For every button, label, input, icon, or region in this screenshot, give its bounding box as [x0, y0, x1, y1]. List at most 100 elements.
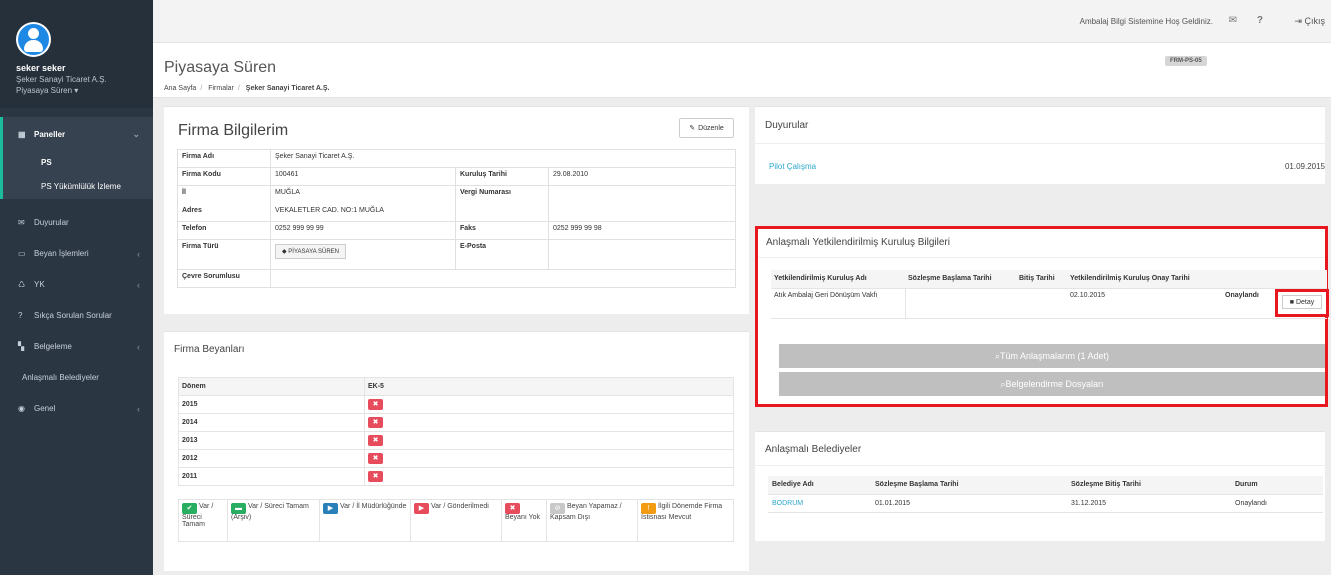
value-firma-kodu: 100461: [270, 167, 456, 186]
globe-icon: ◉: [18, 404, 25, 413]
label-firma-adi: Firma Adı: [177, 149, 271, 168]
breadcrumb-firmalar[interactable]: Firmalar: [208, 85, 234, 92]
col-belediye-adi: Belediye Adı: [768, 476, 871, 495]
table-row: BODRUM 01.01.2015 31.12.2015 Onaylandı: [768, 494, 1323, 513]
kurulus-name: Atık Ambalaj Geri Dönüşüm Vakfı: [771, 288, 906, 319]
edit-button[interactable]: ✎ Düzenle: [679, 118, 734, 138]
avatar[interactable]: [16, 22, 51, 57]
button-label: Tüm Anlaşmalarım (1 Adet): [1000, 351, 1110, 361]
beyan-yok-badge[interactable]: ✖: [368, 453, 383, 464]
legend-item: ▶ Var / Gönderilmedi: [410, 499, 502, 542]
ek5-cell: ✖: [364, 395, 734, 414]
legend-item: ✔ Var / Süreci Tamam: [178, 499, 228, 542]
firma-turu-tag[interactable]: ◆ PİYASAYA SÜREN: [275, 244, 346, 259]
label-faks: Faks: [455, 221, 549, 240]
detay-button[interactable]: ■ Detay: [1282, 295, 1322, 309]
sidebar-item-label: Belgeleme: [34, 342, 72, 351]
top-bar: Ambalaj Bilgi Sistemine Hoş Geldiniz. ✉ …: [153, 0, 1331, 43]
sidebar-item-genel[interactable]: ◉ Genel ‹: [0, 393, 153, 424]
duyurular-panel: Duyurular Pilot Çalışma 01.09.2015: [755, 106, 1325, 184]
chevron-left-icon: ‹: [137, 248, 140, 259]
sidebar-item-label: YK: [34, 280, 45, 289]
sidebar-item-paneller[interactable]: ▦ Paneller ⌄: [0, 117, 153, 151]
envelope-icon[interactable]: ✉: [1229, 15, 1237, 26]
legend-item: ✖Beyanı Yok: [501, 499, 547, 542]
belediyeler-panel: Anlaşmalı Belediyeler Belediye Adı Sözle…: [755, 431, 1325, 541]
label-vergi: Vergi Numarası: [455, 185, 549, 222]
table-row: 2012 ✖: [178, 449, 734, 468]
button-label: Belgelendirme Dosyaları: [1005, 379, 1104, 389]
beyan-yok-badge[interactable]: ✖: [368, 471, 383, 482]
belgelendirme-button[interactable]: ⌕ Belgelendirme Dosyaları: [779, 372, 1325, 396]
check-icon: ✔: [182, 503, 197, 514]
table-row: 2011 ✖: [178, 467, 734, 486]
logout-button[interactable]: ⇥ Çıkış: [1294, 16, 1325, 27]
belediye-status: Onaylandı: [1231, 494, 1323, 513]
monitor-icon: ▭: [18, 249, 26, 258]
sidebar-item-belgeleme[interactable]: ▚ Belgeleme ‹: [0, 331, 153, 362]
sidebar-subitem-ps-yukumluluk[interactable]: PS Yükümlülük İzleme: [0, 174, 153, 199]
label-cevre: Çevre Sorumlusu: [177, 269, 271, 288]
belediye-name-link[interactable]: BODRUM: [768, 494, 871, 513]
year-cell: 2012: [178, 449, 365, 468]
sidebar-item-beyan-islemleri[interactable]: ▭ Beyan İşlemleri ‹: [0, 238, 153, 269]
sidebar-item-yk[interactable]: ♺ YK ‹: [0, 269, 153, 300]
sidebar-subitem-ps[interactable]: PS: [0, 151, 153, 174]
beyan-legend: ✔ Var / Süreci Tamam ▬ Var / Süreci Tamam …: [178, 499, 734, 542]
value-eposta: [548, 239, 736, 270]
detay-label: Detay: [1295, 298, 1315, 306]
belediye-start: 01.01.2015: [871, 494, 1067, 513]
page-header: Piyasaya Süren Ana Sayfa / Firmalar / Şeke…: [153, 43, 1331, 98]
pencil-icon: ✎: [689, 125, 696, 132]
sidebar-item-label: Sıkça Sorulan Sorular: [34, 311, 112, 320]
col-baslama: Sözleşme Başlama Tarihi: [871, 476, 1067, 495]
kurulus-start: [905, 288, 1016, 319]
tum-anlasmalar-button[interactable]: ⌕ Tüm Anlaşmalarım (1 Adet): [779, 344, 1325, 368]
logout-label: Çıkış: [1304, 16, 1325, 26]
value-adres: VEKALETLER CAD. NO:1 MUĞLA: [270, 203, 456, 222]
beyan-yok-badge[interactable]: ✖: [368, 399, 383, 410]
sidebar-item-sss[interactable]: ? Sıkça Sorulan Sorular: [0, 300, 153, 331]
help-icon[interactable]: ?: [1257, 15, 1263, 26]
col-kurulus-adi: Yetkilendirilmiş Kuruluş Adı: [771, 270, 905, 289]
cross-icon: ✖: [505, 503, 520, 514]
label-eposta: E-Posta: [455, 239, 549, 270]
value-firma-turu: ◆ PİYASAYA SÜREN: [270, 239, 456, 270]
breadcrumb-home[interactable]: Ana Sayfa: [164, 85, 196, 92]
sidebar-item-anlasmali-belediyeler[interactable]: Anlaşmalı Belediyeler: [0, 362, 153, 393]
table-row: 2013 ✖: [178, 431, 734, 450]
user-role-dropdown[interactable]: Piyasaya Süren ▾: [16, 86, 153, 95]
sidebar-item-duyurular[interactable]: ✉ Duyurular: [0, 207, 153, 238]
table-row: 2014 ✖: [178, 413, 734, 432]
beyan-yok-badge[interactable]: ✖: [368, 435, 383, 446]
beyan-yok-badge[interactable]: ✖: [368, 417, 383, 428]
firma-beyanlari-panel: Firma Beyanları Dönem EK-5 2015 ✖ 2014 ✖…: [164, 331, 749, 571]
year-cell: 2014: [178, 413, 365, 432]
announcement-link[interactable]: Pilot Çalışma: [769, 162, 816, 171]
col-donem: Dönem: [178, 377, 365, 396]
ban-icon: ⊘: [550, 503, 565, 514]
value-vergi: [548, 185, 736, 222]
label-il: İl: [177, 185, 271, 204]
value-telefon: 0252 999 99 99: [270, 221, 456, 240]
kurulus-end: [1016, 288, 1067, 319]
grid-icon: ▦: [18, 129, 26, 139]
legend-item: ▶ Var / İl Müdürlüğünde: [319, 499, 411, 542]
sidebar: seker seker Şeker Sanayi Ticaret A.Ş. Pi…: [0, 0, 153, 575]
firma-info-table: Firma Adı Şeker Sanayi Ticaret A.Ş. Firm…: [177, 149, 736, 288]
chevron-left-icon: ‹: [137, 403, 140, 414]
panel-title: Firma Beyanları: [174, 344, 245, 355]
col-empty: [1222, 270, 1327, 289]
kurulus-onay-tarihi: 02.10.2015: [1067, 288, 1222, 319]
value-kurulus-tarihi: 29.08.2010: [548, 167, 736, 186]
panel-title: Duyurular: [765, 120, 809, 131]
label-telefon: Telefon: [177, 221, 271, 240]
firma-bilgilerim-panel: Firma Bilgilerim ✎ Düzenle Firma Adı Şek…: [164, 106, 749, 314]
warning-icon: !: [641, 503, 656, 514]
play-icon: ▶: [414, 503, 429, 514]
form-code-badge: FRM-PS-05: [1165, 56, 1207, 66]
panel-title: Anlaşmalı Belediyeler: [765, 444, 862, 455]
label-adres: Adres: [177, 203, 271, 222]
user-name: seker seker: [16, 63, 66, 73]
kurulus-table: Yetkilendirilmiş Kuruluş Adı Sözleşme Ba…: [771, 270, 1327, 319]
